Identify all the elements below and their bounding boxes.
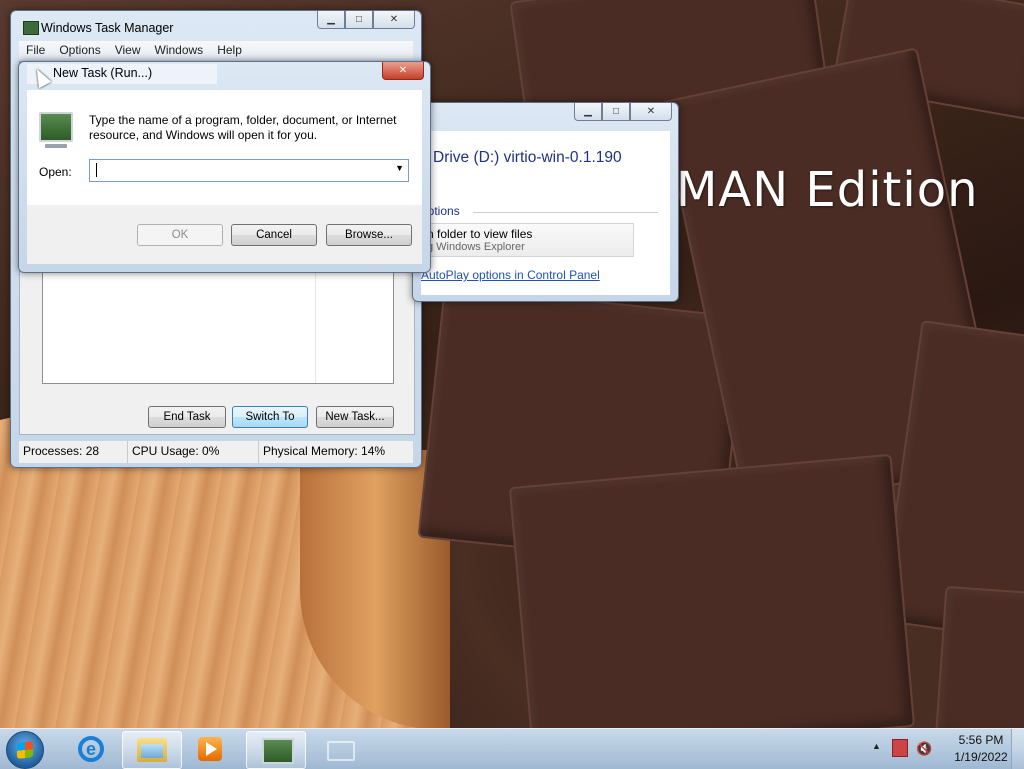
show-desktop-button[interactable] bbox=[1011, 729, 1024, 769]
minimize-button[interactable]: ▁ bbox=[317, 11, 345, 29]
media-player-icon bbox=[198, 737, 222, 761]
system-tray: ▲ 🔇 5:56 PM 1/19/2022 bbox=[868, 729, 1024, 769]
menu-options[interactable]: Options bbox=[52, 41, 107, 59]
end-task-button[interactable]: End Task bbox=[148, 406, 226, 428]
caption-buttons: ▁ □ ✕ bbox=[574, 103, 672, 121]
folder-icon bbox=[137, 738, 167, 762]
status-bar: Processes: 28 CPU Usage: 0% Physical Mem… bbox=[19, 441, 413, 463]
minimize-button[interactable]: ▁ bbox=[574, 103, 602, 121]
menu-file[interactable]: File bbox=[19, 41, 52, 59]
switch-to-button[interactable]: Switch To bbox=[232, 406, 308, 428]
status-processes: Processes: 28 bbox=[19, 441, 128, 463]
run-description: Type the name of a program, folder, docu… bbox=[89, 113, 397, 142]
autoplay-client: Drive (D:) virtio-win-0.1.190 options n … bbox=[421, 131, 670, 295]
internet-explorer-icon: e bbox=[78, 736, 104, 762]
caption-buttons: ✕ bbox=[382, 62, 424, 80]
maximize-button[interactable]: □ bbox=[345, 11, 373, 29]
menu-help[interactable]: Help bbox=[210, 41, 249, 59]
menu-view[interactable]: View bbox=[108, 41, 148, 59]
maximize-button[interactable]: □ bbox=[602, 103, 630, 121]
cancel-button[interactable]: Cancel bbox=[231, 224, 317, 246]
clock-date[interactable]: 1/19/2022 bbox=[946, 750, 1016, 764]
menu-bar: File Options View Windows Help bbox=[19, 41, 413, 59]
run-content: Type the name of a program, folder, docu… bbox=[27, 90, 422, 205]
taskbar-blank-window[interactable] bbox=[310, 731, 368, 767]
open-combobox[interactable]: ▼ bbox=[89, 159, 409, 182]
new-task-button[interactable]: New Task... bbox=[316, 406, 394, 428]
taskbar-media-player[interactable] bbox=[182, 731, 240, 767]
open-label: Open: bbox=[39, 165, 72, 179]
section-divider bbox=[473, 212, 658, 213]
clock-time[interactable]: 5:56 PM bbox=[946, 733, 1016, 747]
taskbar-windows-explorer[interactable] bbox=[122, 731, 182, 769]
chocolate-piece bbox=[508, 453, 916, 728]
show-hidden-icons-icon[interactable]: ▲ bbox=[872, 741, 881, 751]
taskbar-internet-explorer[interactable]: e bbox=[62, 731, 120, 767]
window-title: Windows Task Manager bbox=[41, 21, 174, 35]
close-button[interactable]: ✕ bbox=[630, 103, 672, 121]
taskbar-task-manager[interactable] bbox=[246, 731, 306, 769]
applications-list[interactable] bbox=[42, 272, 394, 384]
chocolate-piece bbox=[934, 585, 1024, 728]
run-client: Type the name of a program, folder, docu… bbox=[27, 90, 422, 264]
run-dialog: New Task (Run...) ✕ Type the name of a p… bbox=[18, 61, 431, 273]
column-divider bbox=[315, 273, 316, 383]
open-folder-option[interactable]: n folder to view files g Windows Explore… bbox=[421, 223, 634, 257]
task-manager-icon bbox=[23, 21, 39, 35]
control-panel-link[interactable]: AutoPlay options in Control Panel bbox=[421, 268, 600, 282]
window-icon bbox=[327, 741, 355, 761]
action-center-flag-icon[interactable] bbox=[892, 739, 908, 757]
task-manager-icon bbox=[262, 738, 294, 764]
close-button[interactable]: ✕ bbox=[382, 62, 424, 80]
dropdown-arrow-icon[interactable]: ▼ bbox=[395, 163, 404, 173]
wallpaper-edition-text: MAN Edition bbox=[676, 162, 979, 218]
caption-buttons: ▁ □ ✕ bbox=[317, 11, 415, 29]
close-button[interactable]: ✕ bbox=[373, 11, 415, 29]
text-caret bbox=[96, 163, 97, 177]
option-subtitle: g Windows Explorer bbox=[427, 241, 525, 253]
status-cpu: CPU Usage: 0% bbox=[128, 441, 259, 463]
menu-windows[interactable]: Windows bbox=[148, 41, 211, 59]
taskbar: e ▲ 🔇 5:56 PM 1/19/2022 bbox=[0, 728, 1024, 769]
start-button[interactable] bbox=[6, 731, 44, 769]
run-program-icon bbox=[39, 112, 73, 148]
status-memory: Physical Memory: 14% bbox=[263, 444, 386, 458]
ok-button[interactable]: OK bbox=[137, 224, 223, 246]
browse-button[interactable]: Browse... bbox=[326, 224, 412, 246]
autoplay-window: ▁ □ ✕ Drive (D:) virtio-win-0.1.190 opti… bbox=[412, 102, 679, 302]
drive-title: Drive (D:) virtio-win-0.1.190 bbox=[433, 149, 622, 166]
dialog-title: New Task (Run...) bbox=[53, 66, 153, 80]
windows-logo-icon bbox=[17, 741, 33, 759]
option-title: n folder to view files bbox=[427, 227, 533, 241]
volume-muted-icon[interactable]: 🔇 bbox=[916, 741, 932, 757]
